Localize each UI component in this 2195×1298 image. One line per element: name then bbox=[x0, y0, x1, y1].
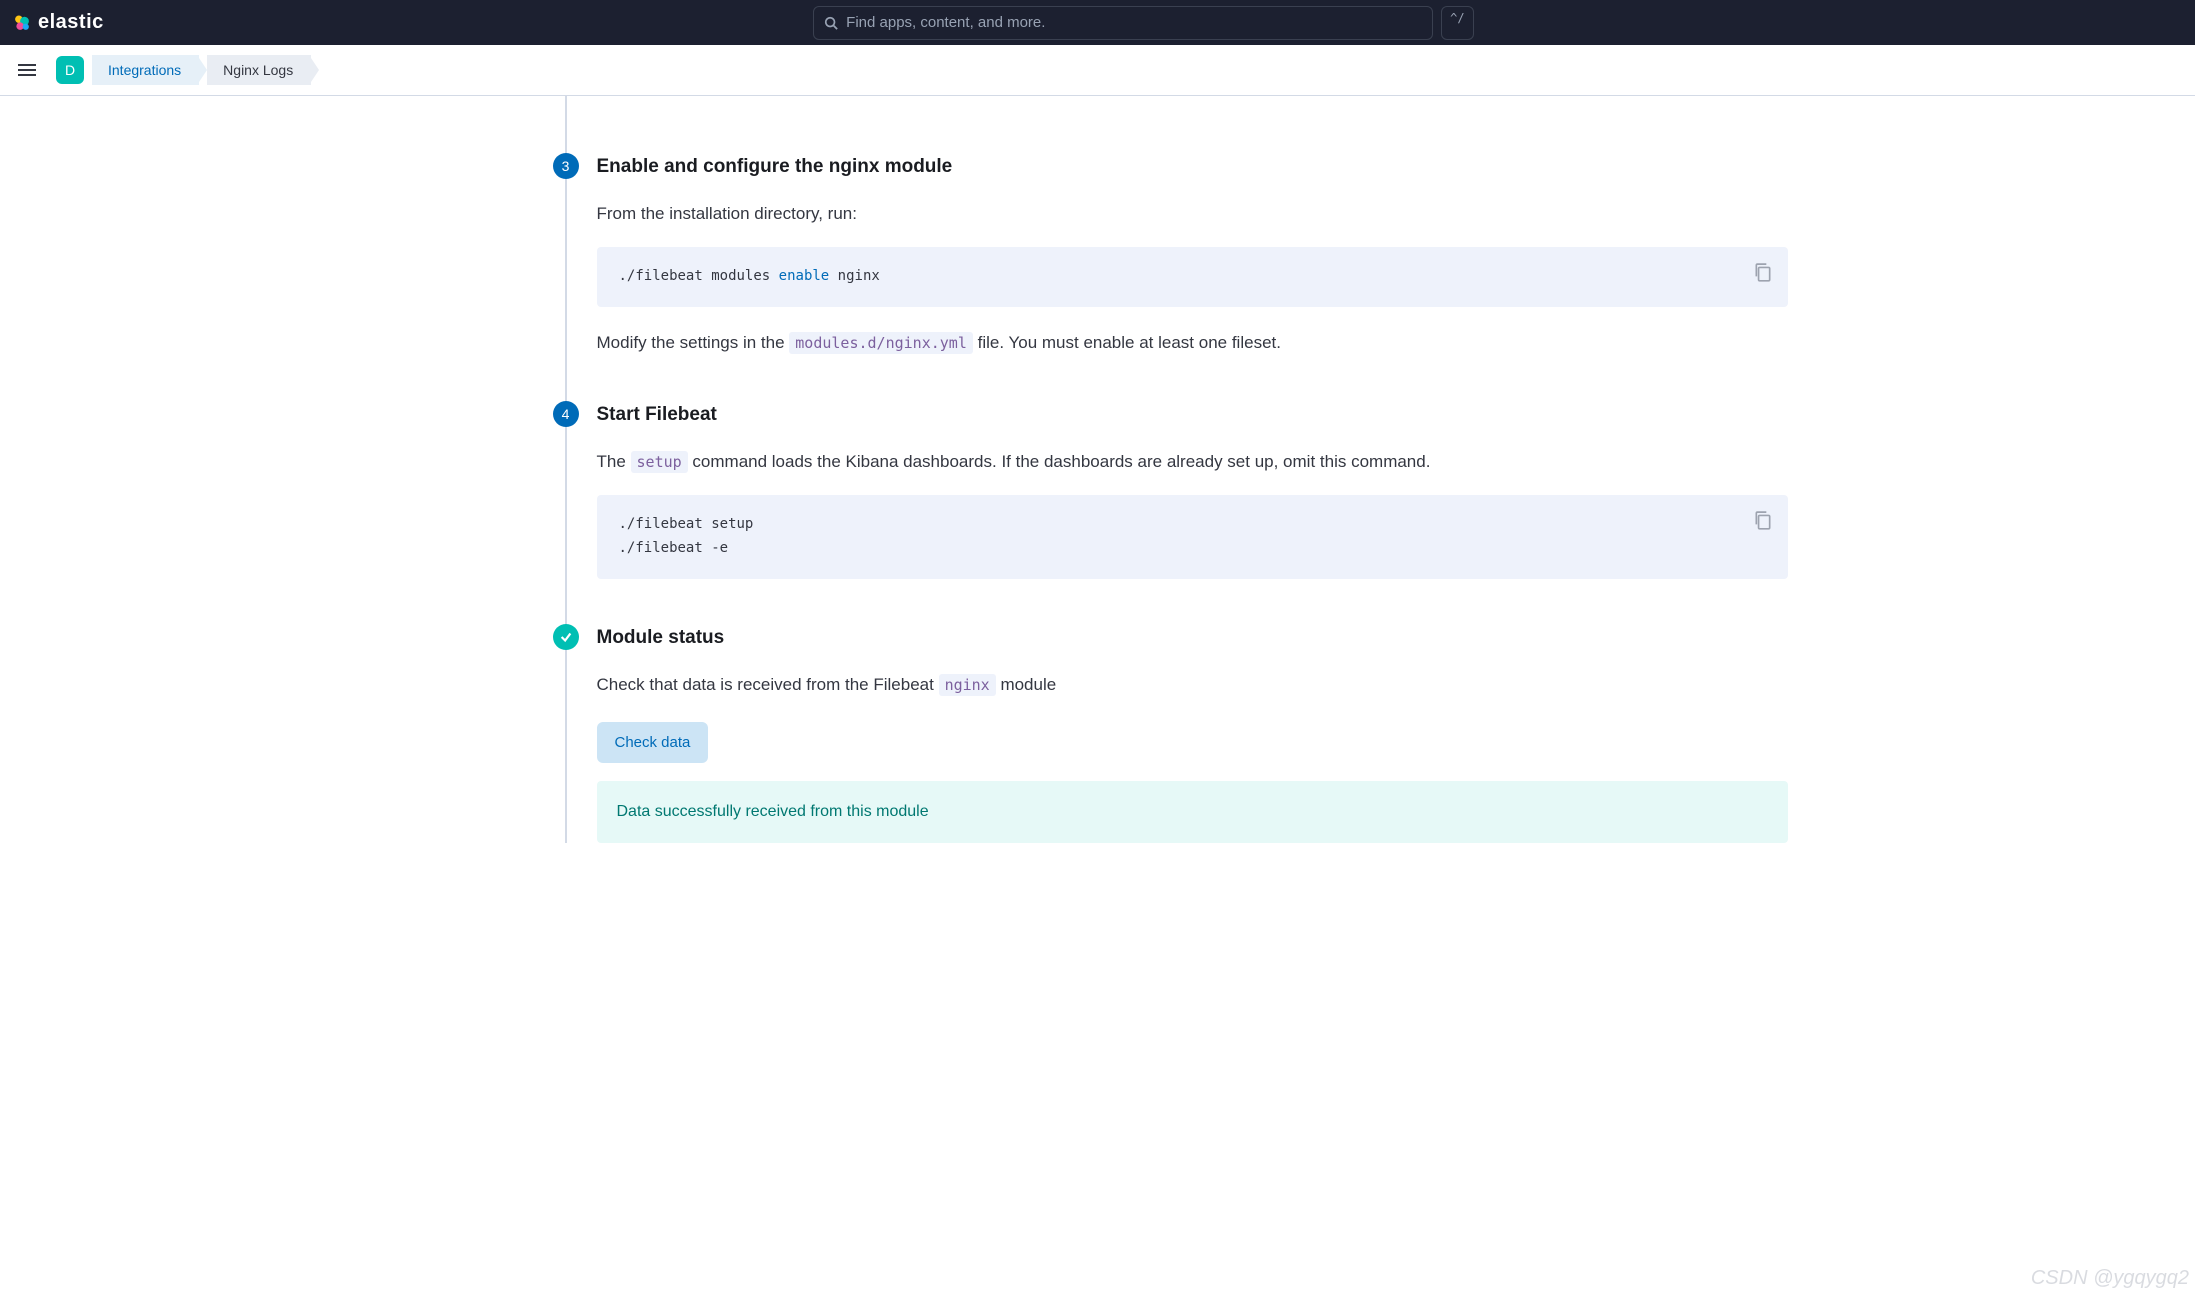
setup-timeline: 3 Enable and configure the nginx module … bbox=[565, 96, 1788, 843]
copy-icon[interactable] bbox=[1754, 263, 1772, 283]
copy-icon[interactable] bbox=[1754, 511, 1772, 531]
search-icon bbox=[824, 16, 838, 30]
step-enable-module: 3 Enable and configure the nginx module … bbox=[567, 156, 1788, 356]
success-callout: Data successfully received from this mod… bbox=[597, 781, 1788, 843]
step-check-badge bbox=[553, 624, 579, 650]
step-intro: From the installation directory, run: bbox=[597, 200, 1788, 227]
code-block: ./filebeat modules enable nginx bbox=[597, 247, 1788, 307]
check-icon bbox=[559, 630, 573, 644]
step-desc: Modify the settings in the modules.d/ngi… bbox=[597, 329, 1788, 356]
step-desc: The setup command loads the Kibana dashb… bbox=[597, 448, 1788, 475]
global-header: elastic ^/ bbox=[0, 0, 2195, 45]
search-input[interactable] bbox=[846, 14, 1422, 31]
main-content: 3 Enable and configure the nginx module … bbox=[388, 96, 1808, 843]
step-desc: Check that data is received from the Fil… bbox=[597, 671, 1788, 698]
sub-header: D Integrations Nginx Logs bbox=[0, 45, 2195, 96]
keyboard-shortcut-hint: ^/ bbox=[1441, 6, 1473, 40]
step-number-badge: 4 bbox=[553, 401, 579, 427]
space-avatar[interactable]: D bbox=[56, 56, 84, 84]
step-title: Enable and configure the nginx module bbox=[597, 156, 1788, 178]
breadcrumb-integrations[interactable]: Integrations bbox=[92, 55, 199, 85]
inline-code: nginx bbox=[939, 674, 996, 696]
global-search[interactable] bbox=[813, 6, 1433, 40]
watermark: CSDN @ygqygq2 bbox=[2031, 1267, 2189, 1290]
code-block: ./filebeat setup ./filebeat -e bbox=[597, 495, 1788, 579]
nav-toggle-button[interactable] bbox=[10, 53, 44, 87]
logo[interactable]: elastic bbox=[12, 11, 104, 34]
logo-text: elastic bbox=[38, 11, 104, 34]
step-module-status: Module status Check that data is receive… bbox=[567, 627, 1788, 843]
breadcrumb-current: Nginx Logs bbox=[207, 55, 311, 85]
step-number-badge: 3 bbox=[553, 153, 579, 179]
step-start-filebeat: 4 Start Filebeat The setup command loads… bbox=[567, 404, 1788, 579]
step-title: Module status bbox=[597, 627, 1788, 649]
check-data-button[interactable]: Check data bbox=[597, 722, 709, 763]
inline-code: setup bbox=[631, 451, 688, 473]
inline-code: modules.d/nginx.yml bbox=[789, 332, 973, 354]
step-title: Start Filebeat bbox=[597, 404, 1788, 426]
elastic-logo-icon bbox=[12, 13, 32, 33]
